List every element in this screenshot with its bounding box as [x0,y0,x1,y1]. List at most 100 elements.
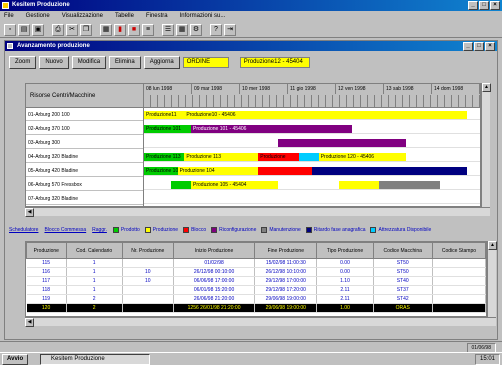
menu-visualizzazione[interactable]: Visualizzazione [62,11,103,21]
table-row[interactable]: 120 2 1256 26/01/98 21:20:00 29/06/98 19:00… [26,303,487,313]
taskbar-item-kesitem[interactable]: Kesitem Produzione [40,354,150,365]
gantt-bar[interactable] [278,139,407,147]
gantt-bar[interactable]: Produzione 113 [184,153,259,161]
zoom-button[interactable]: Zoom [9,55,37,69]
gantt-bar[interactable] [338,125,353,133]
table-cell: 0.00 [316,267,374,277]
order-field[interactable]: ORDINE [182,56,229,68]
resource-row[interactable]: 02-Arburg 370 100 [26,123,143,135]
table-header[interactable]: Codice Macchina [372,242,433,259]
settings-icon[interactable]: ⚙ [190,24,202,36]
table-header[interactable]: Nr. Produzione [121,242,175,259]
legend-label: Prodotto [120,227,140,233]
gantt-bar[interactable] [170,181,192,189]
tab-blocco-commessa[interactable]: Blocco Commessa [44,227,86,233]
menu-file[interactable]: File [4,11,14,21]
timeline-day: 11 gio 1998 [288,84,336,94]
table-cell: 26/12/98 10:10:00 [254,267,318,277]
exit-icon[interactable]: ⇥ [224,24,236,36]
copy-icon[interactable]: ❐ [80,24,92,36]
gantt-bar[interactable]: Produzione 120 - 45406 [318,153,407,161]
table-row[interactable]: 115 1 01/02/98 15/02/98 11:00:30 0.00 ST50 [26,258,487,268]
table-row[interactable]: 117 1 10 06/06/98 17:00:00 29/12/98 17:00:00… [26,276,487,286]
gantt-bar[interactable]: Produzione 113 [144,153,185,161]
window-close-button[interactable]: × [485,42,495,51]
table-row[interactable]: 119 2 26/06/98 21:20:00 29/06/98 19:00:00 2.… [26,294,487,304]
scroll-up-icon[interactable]: ▲ [482,83,491,92]
table-header[interactable]: Codice Stampo [431,242,487,259]
stop-icon[interactable]: ■ [128,24,140,36]
table-header[interactable]: Produzione [26,242,67,259]
tab-raggr[interactable]: Raggr. [92,227,107,233]
new-button[interactable]: Nuovo [39,55,69,69]
table-row[interactable]: 116 1 10 26/12/98 00:10:00 26/12/98 10:10:00… [26,267,487,277]
gantt-icon[interactable]: ≡ [142,24,154,36]
gantt-bar[interactable]: Produzione 104 [177,167,259,175]
app-title: Kesitem Produzione [12,2,70,8]
cut-icon[interactable]: ✂ [66,24,78,36]
menu-informazioni[interactable]: Informazioni su... [180,11,226,21]
edit-button[interactable]: Modifica [71,55,107,69]
gantt-horizontal-scrollbar[interactable]: ◀ [25,207,490,217]
maximize-button[interactable]: □ [479,1,489,10]
legend-swatch [112,227,119,233]
table-scroll-left-icon[interactable]: ◀ [25,318,34,327]
refresh-button[interactable]: Aggiorna [143,55,180,69]
resource-row[interactable]: 05-Arburg 420 Bladine [26,165,143,177]
legend-label: Blocco [191,227,207,233]
resource-row[interactable]: 06-Arburg 570 Fressbox [26,179,143,191]
gantt-bar[interactable]: Produzione11 [144,111,185,119]
chart-icon[interactable]: ▮ [114,24,126,36]
gantt-vertical-scrollbar[interactable]: ▲ [481,83,491,207]
gantt-bar[interactable]: Produzione10 - 45406 [184,111,467,119]
window-maximize-button[interactable]: □ [474,42,484,51]
gantt-bar[interactable]: Produzione 101 - 45406 [191,125,339,133]
gantt-bar[interactable]: Produzione 103 [144,167,178,175]
window-minimize-button[interactable]: _ [463,42,473,51]
grid-icon[interactable]: ▦ [176,24,188,36]
list-icon[interactable]: ☰ [162,24,174,36]
table-scroll-up-icon[interactable]: ▲ [488,241,497,250]
gantt-bar[interactable] [298,153,319,161]
table-cell: 1.00 [316,303,374,313]
gantt-bar[interactable]: Produzione 105 - 45404 [191,181,279,189]
table-horizontal-scrollbar[interactable]: ◀ [25,317,496,327]
gantt-bar[interactable] [379,181,440,189]
tab-schedulatore[interactable]: Schedulatore [9,227,38,233]
production-field[interactable]: Produzione12 - 45404 [239,56,310,68]
gantt-bar[interactable] [258,167,312,175]
save-icon[interactable]: ▣ [32,24,44,36]
table-header[interactable]: Inizio Produzione [172,242,256,259]
resource-row[interactable]: 03-Arburg 300 [26,137,143,149]
menu-tabelle[interactable]: Tabelle [115,11,134,21]
delete-button[interactable]: Elimina [109,55,141,69]
table-header[interactable]: Cod. Calendario [65,242,123,259]
table-cell: 119 [26,294,67,304]
table-cell [122,294,175,304]
start-button[interactable]: Avvio [2,354,29,365]
gantt-bar[interactable]: Produzione [258,153,299,161]
help-icon[interactable]: ? [210,24,222,36]
gantt-bar[interactable] [338,181,380,189]
gantt-bar[interactable] [312,167,467,175]
resource-row[interactable]: 01-Arburg 200 100 [26,109,143,121]
resource-row[interactable]: 04-Arburg 320 Bladine [26,151,143,163]
resource-row[interactable]: 07-Arburg 320 Bladine [26,193,143,205]
close-button[interactable]: × [490,1,500,10]
timeline-day: 14 dom 1998 [432,84,480,94]
table-header[interactable]: Tipo Produzione [316,242,374,259]
table-header[interactable]: Fine Produzione [254,242,318,259]
calendar-icon[interactable]: ▦ [100,24,112,36]
new-icon[interactable]: ▫ [4,24,16,36]
scroll-left-icon[interactable]: ◀ [25,208,34,217]
production-table: Produzione Cod. Calendario Nr. Produzione I… [25,241,487,317]
open-icon[interactable]: ▤ [18,24,30,36]
table-row[interactable]: 118 1 06/01/98 15:20:00 29/12/98 17:20:00 2.… [26,285,487,295]
menu-finestra[interactable]: Finestra [146,11,168,21]
minimize-button[interactable]: _ [468,1,478,10]
menu-gestione[interactable]: Gestione [26,11,50,21]
print-icon[interactable]: ⎙ [52,24,64,36]
gantt-bar[interactable]: Produzione 101 [144,125,192,133]
legend-item: Manutenzione [261,227,301,233]
table-vertical-scrollbar[interactable]: ▲ [487,241,497,317]
